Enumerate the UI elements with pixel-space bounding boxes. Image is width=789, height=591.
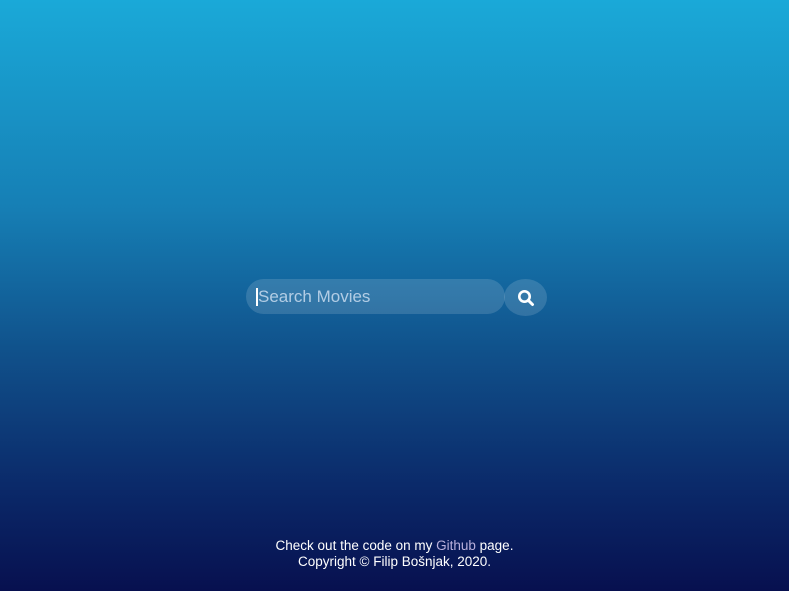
github-link[interactable]: Github	[436, 538, 476, 553]
footer-github-line: Check out the code on my Github page.	[0, 538, 789, 554]
copyright-text: Copyright © Filip Bošnjak, 2020.	[297, 554, 492, 569]
text-cursor	[256, 288, 258, 306]
footer-text-prefix: Check out the code on my	[275, 538, 437, 553]
search-button[interactable]	[504, 279, 547, 316]
search-icon	[517, 289, 534, 306]
search-input[interactable]	[246, 279, 505, 314]
search-bar	[246, 279, 548, 316]
footer-text-suffix: page.	[475, 538, 514, 553]
footer: Check out the code on my Github page. Co…	[0, 538, 789, 570]
